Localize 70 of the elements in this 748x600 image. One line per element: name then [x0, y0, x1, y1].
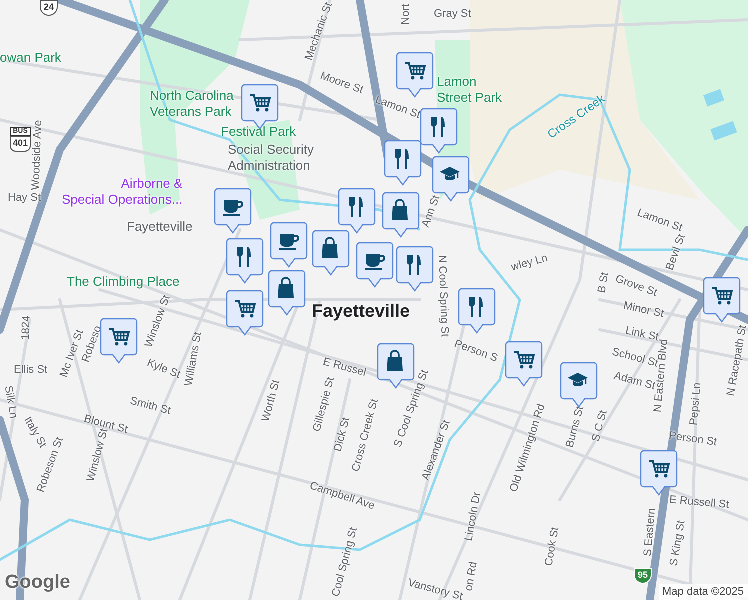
street-label: Ann St: [420, 194, 444, 230]
place-label[interactable]: Social Security Administration: [228, 142, 314, 174]
street-label: Lamon St: [373, 94, 422, 124]
street-label: Person S: [452, 338, 500, 366]
fork-knife-marker-icon[interactable]: [458, 288, 496, 334]
street-label: Adam St: [612, 370, 657, 392]
street-label: Woodside Ave: [30, 120, 46, 190]
fork-knife-marker-icon[interactable]: [396, 246, 434, 292]
street-label: Pepsi Ln: [688, 382, 705, 426]
street-label: Ellis St: [14, 364, 48, 378]
street-label: Cook St: [543, 526, 563, 568]
street-label: Smith St: [128, 395, 172, 420]
coffee-cup-marker-icon[interactable]: [356, 242, 394, 288]
fork-knife-marker-icon[interactable]: [338, 188, 376, 234]
street-label: Lamon St: [635, 207, 684, 234]
fork-knife-marker-icon[interactable]: [226, 238, 264, 284]
map-attribution: Map data ©2025: [658, 584, 748, 600]
street-label: Gray St: [434, 8, 472, 22]
street-label: Cool Spring St: [330, 526, 361, 599]
shopping-bag-marker-icon[interactable]: [312, 230, 350, 276]
shopping-bag-marker-icon[interactable]: [268, 270, 306, 316]
fork-knife-marker-icon[interactable]: [420, 108, 458, 154]
route-shield: 24: [40, 0, 58, 16]
street-label: Silk Ln: [1, 385, 20, 420]
street-label: B St: [596, 272, 612, 294]
graduation-cap-marker-icon[interactable]: [560, 362, 598, 408]
street-label: wley Ln: [510, 252, 550, 276]
street-label: N Racepath St: [725, 324, 748, 398]
street-label: Bevil St: [664, 232, 690, 273]
coffee-cup-marker-icon[interactable]: [270, 222, 308, 268]
street-label: Williams St: [183, 331, 206, 388]
street-label: Lincoln Dr: [463, 491, 484, 542]
route-shield: 401: [10, 136, 32, 152]
shopping-bag-marker-icon[interactable]: [382, 192, 420, 238]
cart-marker-icon[interactable]: [226, 290, 264, 336]
street-label: Moore St: [318, 70, 365, 98]
street-label: S C St: [590, 409, 611, 444]
street-label: Burns St: [564, 405, 588, 450]
city-label: Fayetteville: [312, 300, 410, 322]
street-label: Kyle St: [144, 357, 182, 383]
street-label: Winslow St: [85, 427, 111, 484]
street-label: on Rd: [463, 561, 481, 592]
street-label: Cross Creek St: [350, 398, 382, 474]
place-label[interactable]: Fayetteville: [127, 219, 193, 236]
street-label: Worth St: [260, 378, 284, 424]
street-label: Nort: [400, 4, 413, 25]
street-label: S Eastern: [642, 508, 660, 558]
cart-marker-icon[interactable]: [703, 277, 741, 323]
street-label: E Russell St: [668, 494, 730, 513]
street-label: S Cool Spring St: [392, 368, 432, 450]
museum-label[interactable]: Airborne & Special Operations...: [62, 176, 183, 208]
park-label[interactable]: North Carolina Veterans Park: [150, 88, 234, 120]
park-label[interactable]: Festival Park: [221, 124, 296, 140]
cart-marker-icon[interactable]: [100, 318, 138, 364]
street-label: Minor St: [622, 300, 666, 322]
cart-marker-icon[interactable]: [640, 450, 678, 496]
street-label: Grove St: [613, 273, 659, 301]
street-label: Person St: [668, 430, 718, 450]
park-label[interactable]: owan Park: [0, 50, 62, 66]
cart-marker-icon[interactable]: [505, 341, 543, 387]
park-label[interactable]: Lamon Street Park: [437, 74, 502, 106]
fork-knife-marker-icon[interactable]: [384, 140, 422, 186]
street-label: Link St: [624, 325, 660, 344]
park-label[interactable]: The Climbing Place: [67, 274, 180, 290]
street-label: 1824: [20, 316, 34, 340]
route-shield: 95: [634, 568, 652, 584]
pond-drawing: [704, 89, 738, 141]
street-label: N Cool Spring St: [435, 255, 451, 338]
coffee-cup-marker-icon[interactable]: [214, 188, 252, 234]
street-label: S King St: [668, 520, 689, 568]
